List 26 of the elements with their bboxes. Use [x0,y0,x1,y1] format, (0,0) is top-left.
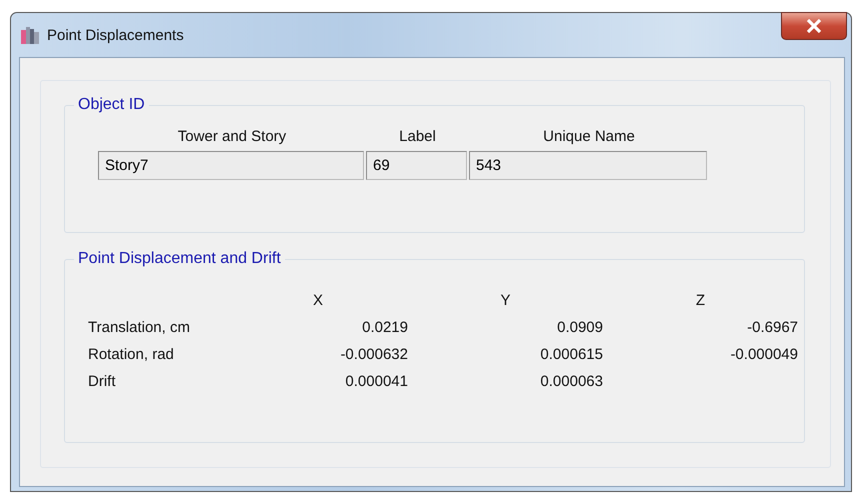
row-label: Translation, cm [88,319,191,336]
column-header: X [312,292,324,309]
value-text: 0.0909 [556,319,603,336]
column-header: Label [398,128,437,145]
value-field: 543 [469,151,707,180]
value-text: 0.000063 [539,373,603,390]
value-text: 0.000615 [539,346,603,363]
row-label: Rotation, rad [88,346,175,363]
value-text: -0.000049 [729,346,798,363]
value-text: 0.000041 [344,373,408,390]
column-header: Unique Name [542,128,636,145]
column-header: Z [694,292,706,309]
value-field: Story7 [98,151,364,180]
close-icon [806,19,822,33]
group-title: Point Displacement and Drift [74,249,285,269]
column-header: Y [499,292,512,309]
window-title: Point Displacements [47,26,185,44]
value-field: 69 [366,151,467,180]
column-header: Tower and Story [176,128,288,145]
value-text: 0.0219 [361,319,408,336]
app-icon [21,26,39,44]
value-text: -0.6967 [746,319,798,336]
value-text: -0.000632 [339,346,408,363]
row-label: Drift [88,373,116,390]
close-button[interactable] [781,12,847,40]
group-title: Object ID [74,95,149,115]
